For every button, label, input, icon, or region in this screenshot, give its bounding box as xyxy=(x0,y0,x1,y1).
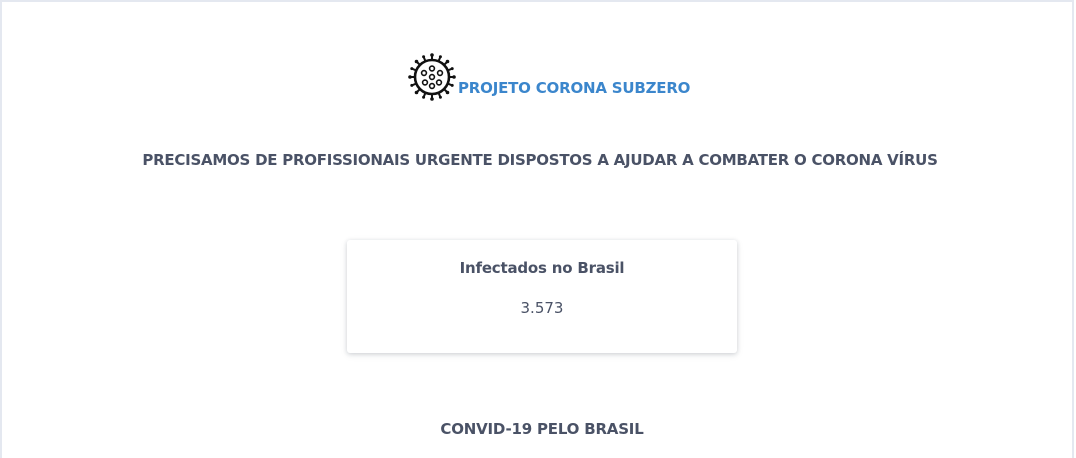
section-title: CONVID-19 PELO BRASIL xyxy=(440,420,644,438)
page-container: PROJETO CORONA SUBZERO PRECISAMOS DE PRO… xyxy=(0,0,1074,458)
page-headline: PRECISAMOS DE PROFISSIONAIS URGENTE DISP… xyxy=(142,151,938,169)
brand-link[interactable]: PROJETO CORONA SUBZERO xyxy=(408,53,690,101)
stat-card-title: Infectados no Brasil xyxy=(459,259,625,277)
stat-card-value: 3.573 xyxy=(520,299,564,317)
virus-icon xyxy=(408,53,456,101)
infected-stat-card: Infectados no Brasil 3.573 xyxy=(347,240,737,353)
brand-title[interactable]: PROJETO CORONA SUBZERO xyxy=(458,79,690,97)
